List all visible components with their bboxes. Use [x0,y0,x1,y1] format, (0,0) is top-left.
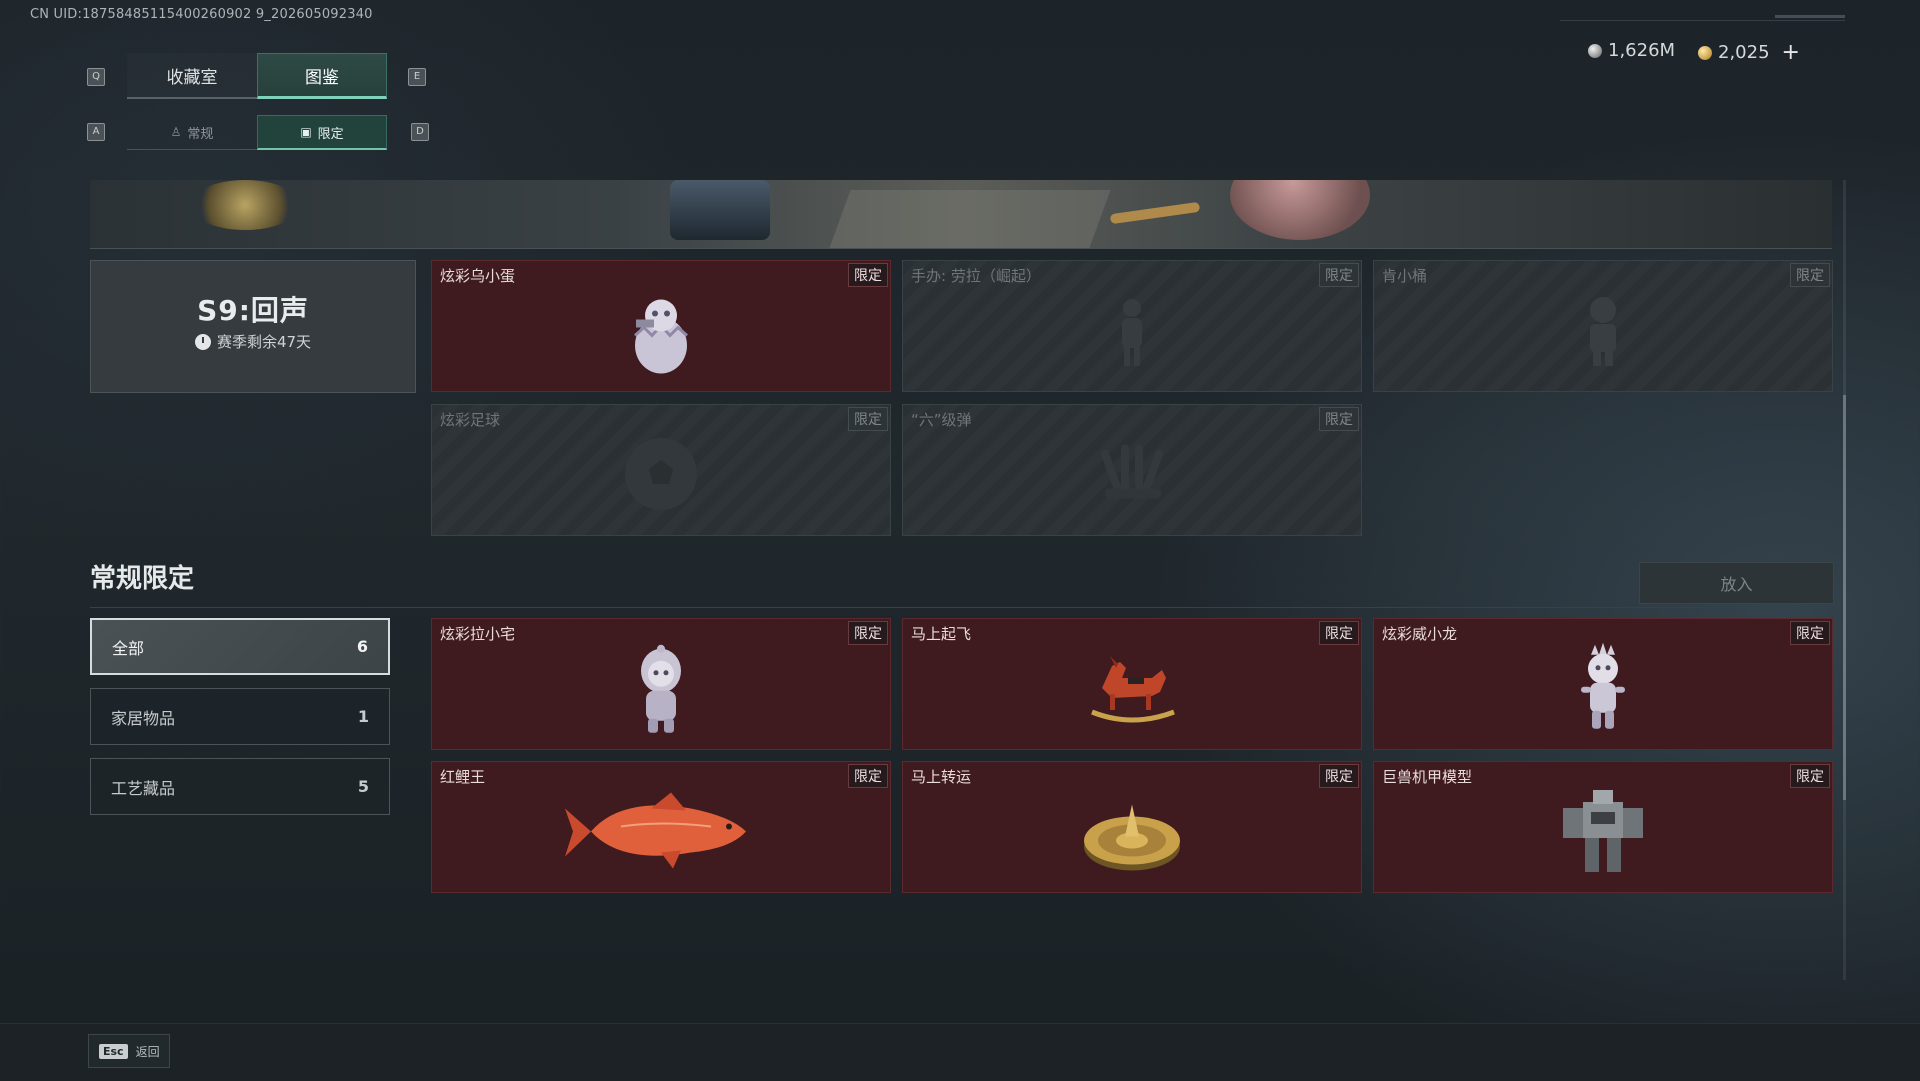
filter-label: 家居物品 [111,708,176,728]
scrollbar-thumb[interactable] [1843,395,1846,800]
item-card[interactable]: 炫彩拉小宅 限定 [431,618,891,750]
tab-collection-room[interactable]: 收藏室 [127,53,257,99]
add-currency-button[interactable]: + [1782,40,1800,65]
filter-craft-collectibles[interactable]: 工艺藏品 5 [90,758,390,815]
limited-badge: 限定 [848,764,888,788]
item-name: 肯小桶 [1382,267,1428,285]
item-card[interactable]: 炫彩足球 限定 [431,404,891,536]
rocking-horse-icon [1091,656,1175,723]
mech-model-icon [1563,790,1643,872]
bucket-figure-silhouette-icon [1590,297,1616,366]
filter-all[interactable]: 全部 6 [90,618,390,675]
tab-catalog[interactable]: 图鉴 [257,53,387,99]
hooded-doll-figure-icon [641,644,681,733]
clock-icon [194,333,211,350]
filter-label: 全部 [112,638,145,658]
subtab-regular-label: 常规 [187,126,214,142]
top-divider [1560,20,1845,21]
currency-silver: 1,626M [1588,40,1675,61]
key-hint-q: Q [87,68,105,86]
limited-badge: 限定 [1319,621,1359,645]
back-label: 返回 [135,1044,160,1059]
item-name: 马上转运 [911,768,972,786]
put-in-button[interactable]: 放入 [1639,562,1834,604]
figurine-silhouette-icon [1122,299,1142,366]
football-silhouette-icon [625,438,697,510]
esc-key-hint: Esc [99,1043,128,1059]
silver-coin-icon [1588,43,1602,58]
back-button[interactable]: Esc 返回 [88,1034,170,1068]
filter-count: 5 [357,777,369,796]
footer-bar [0,1023,1920,1081]
key-hint-d: D [411,123,429,141]
red-carp-icon [565,792,746,869]
season-remaining: 赛季剩余47天 [91,331,415,352]
subtab-limited[interactable]: ▣ 限定 [257,115,387,150]
top-divider-accent [1775,15,1845,18]
limited-badge: 限定 [1319,764,1359,788]
limited-badge: 限定 [848,621,888,645]
item-card[interactable]: 红鲤王 限定 [431,761,891,893]
item-name: 炫彩足球 [440,411,501,429]
item-name: 巨兽机甲模型 [1382,768,1473,786]
season-info-panel: S9:回声 赛季剩余47天 [90,260,416,393]
bullet-cluster-silhouette-icon [1100,444,1164,499]
item-card[interactable]: 炫彩乌小蛋 限定 [431,260,891,392]
item-card[interactable]: 马上转运 限定 [902,761,1362,893]
item-name: 手办: 劳拉（崛起） [911,267,1041,285]
item-name: 马上起飞 [911,625,972,643]
filter-count: 6 [356,637,368,656]
season-title: S9:回声 [197,294,309,327]
limited-badge: 限定 [848,263,888,287]
uid-label: CN UID:18758485115400260902 9_2026050923… [30,7,373,22]
season-remaining-text: 赛季剩余47天 [216,333,312,351]
fortune-wheel-icon [1084,804,1180,871]
limited-badge: 限定 [1790,764,1830,788]
filter-count: 1 [357,707,369,726]
gold-amount: 2,025 [1718,42,1770,63]
image-icon: ▣ [300,125,312,139]
limited-badge: 限定 [1319,263,1359,287]
subtab-regular[interactable]: ♙ 常规 [127,115,257,150]
limited-badge: 限定 [1790,621,1830,645]
section-divider [90,607,1832,608]
item-card[interactable]: 肯小桶 限定 [1373,260,1833,392]
silver-amount: 1,626M [1608,40,1676,61]
item-card[interactable]: 马上起飞 限定 [902,618,1362,750]
section-title: 常规限定 [90,564,195,594]
item-name: 炫彩乌小蛋 [440,267,516,285]
key-hint-e: E [408,68,426,86]
little-dragon-figure-icon [1581,642,1625,729]
egg-figure-icon [634,299,688,374]
item-name: “六”级弹 [911,411,972,429]
item-card[interactable]: 巨兽机甲模型 限定 [1373,761,1833,893]
key-hint-a: A [87,123,105,141]
item-name: 炫彩威小龙 [1382,625,1458,643]
gold-coin-icon [1698,45,1712,60]
item-card[interactable]: 炫彩威小龙 限定 [1373,618,1833,750]
item-card[interactable]: “六”级弹 限定 [902,404,1362,536]
filter-label: 工艺藏品 [111,778,176,798]
filter-home-items[interactable]: 家居物品 1 [90,688,390,745]
limited-badge: 限定 [1790,263,1830,287]
limited-badge: 限定 [848,407,888,431]
limited-badge: 限定 [1319,407,1359,431]
figure-icon: ♙ [170,125,182,139]
currency-gold: 2,025 + [1698,40,1800,65]
item-name: 炫彩拉小宅 [440,625,516,643]
season-banner-image [90,180,1832,249]
item-name: 红鲤王 [440,768,486,786]
item-card[interactable]: 手办: 劳拉（崛起） 限定 [902,260,1362,392]
subtab-limited-label: 限定 [317,126,344,142]
